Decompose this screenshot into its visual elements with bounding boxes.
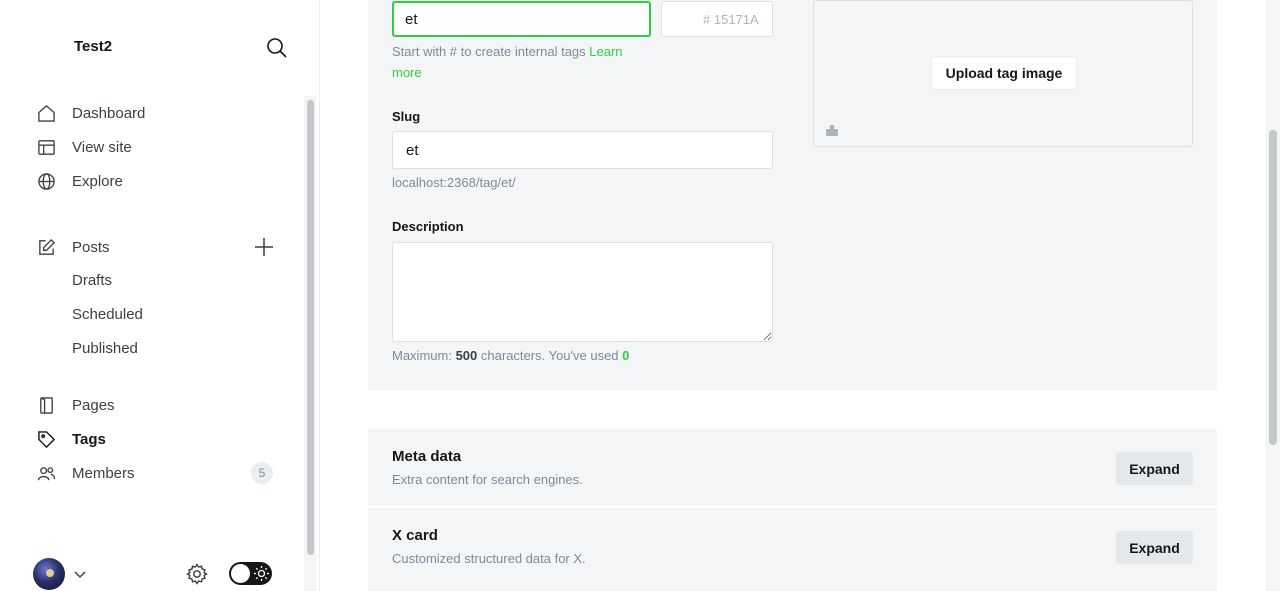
sidebar-item-label: Pages xyxy=(72,396,115,414)
site-title[interactable]: Test2 xyxy=(74,38,112,55)
sidebar-item-label: Members xyxy=(72,464,135,482)
sidebar-item-label: Explore xyxy=(72,172,123,190)
tag-name-input[interactable] xyxy=(392,1,651,37)
color-hex-input[interactable]: # 15171A xyxy=(697,1,773,37)
slug-label: Slug xyxy=(392,109,421,124)
sidebar-item-label: Tags xyxy=(72,430,106,448)
meta-data-description: Extra content for search engines. xyxy=(392,472,583,487)
sidebar-item-dashboard[interactable]: Dashboard xyxy=(36,100,276,126)
sidebar-item-view-site[interactable]: View site xyxy=(36,134,276,160)
plus-icon[interactable] xyxy=(253,236,275,258)
layout-icon xyxy=(36,137,56,157)
main-scrollbar-thumb[interactable] xyxy=(1269,130,1277,445)
tag-icon xyxy=(36,429,56,449)
x-card-description: Customized structured data for X. xyxy=(392,551,586,566)
toggle-knob xyxy=(231,564,250,583)
slug-input[interactable] xyxy=(392,131,773,169)
sun-icon xyxy=(254,566,269,581)
name-hint-text: Start with # to create internal tags xyxy=(392,44,586,59)
members-icon xyxy=(36,463,56,483)
sidebar-item-published[interactable]: Published xyxy=(72,340,138,357)
desc-max: 500 xyxy=(455,348,478,363)
x-card-expand-button[interactable]: Expand xyxy=(1116,531,1193,564)
edit-icon xyxy=(36,237,56,257)
globe-icon xyxy=(36,171,56,191)
image-icon[interactable] xyxy=(825,123,839,137)
members-count-badge: 5 xyxy=(251,462,273,484)
meta-data-expand-button[interactable]: Expand xyxy=(1116,452,1193,485)
desc-used-count: 0 xyxy=(622,348,630,363)
color-swatch[interactable] xyxy=(661,1,698,37)
x-card-title: X card xyxy=(392,527,438,544)
sidebar-item-label: Dashboard xyxy=(72,104,146,122)
gear-icon[interactable] xyxy=(186,563,208,585)
sidebar-item-posts[interactable]: Posts xyxy=(36,234,276,260)
x-card-section: X card Customized structured data for X.… xyxy=(368,508,1217,591)
sidebar-item-label: View site xyxy=(72,138,132,156)
sidebar: Test2 Dashboard View site Explore Posts … xyxy=(0,0,320,591)
meta-data-section: Meta data Extra content for search engin… xyxy=(368,429,1217,506)
sidebar-item-drafts[interactable]: Drafts xyxy=(72,272,112,289)
tag-image-dropzone[interactable]: Upload tag image xyxy=(813,0,1193,147)
sidebar-item-tags[interactable]: Tags xyxy=(36,426,276,452)
search-icon[interactable] xyxy=(266,37,288,59)
chevron-down-icon[interactable] xyxy=(72,566,88,582)
home-icon xyxy=(36,103,56,123)
desc-hint-mid: characters. You've used xyxy=(480,348,619,363)
meta-data-title: Meta data xyxy=(392,448,462,465)
avatar[interactable] xyxy=(33,558,65,590)
sidebar-item-pages[interactable]: Pages xyxy=(36,392,276,418)
slug-url: localhost:2368/tag/et/ xyxy=(392,175,516,190)
description-hint: Maximum: 500 characters. You've used 0 xyxy=(392,345,629,366)
sidebar-scrollbar-thumb[interactable] xyxy=(307,100,314,555)
description-label: Description xyxy=(392,219,464,234)
sidebar-item-scheduled[interactable]: Scheduled xyxy=(72,306,143,323)
description-textarea[interactable] xyxy=(392,242,773,342)
color-prefix: # xyxy=(703,11,711,27)
name-hint: Start with # to create internal tags Lea… xyxy=(392,41,652,83)
sidebar-item-label: Posts xyxy=(72,238,110,256)
theme-toggle[interactable] xyxy=(229,562,272,585)
sidebar-item-members[interactable]: Members xyxy=(36,460,276,486)
sidebar-item-explore[interactable]: Explore xyxy=(36,168,276,194)
avatar-figure xyxy=(46,569,54,577)
upload-tag-image-button[interactable]: Upload tag image xyxy=(931,56,1077,90)
desc-hint-prefix: Maximum: xyxy=(392,348,452,363)
page-icon xyxy=(36,395,56,415)
color-placeholder: 15171A xyxy=(713,11,759,27)
main-content: # 15171A Start with # to create internal… xyxy=(320,0,1266,591)
